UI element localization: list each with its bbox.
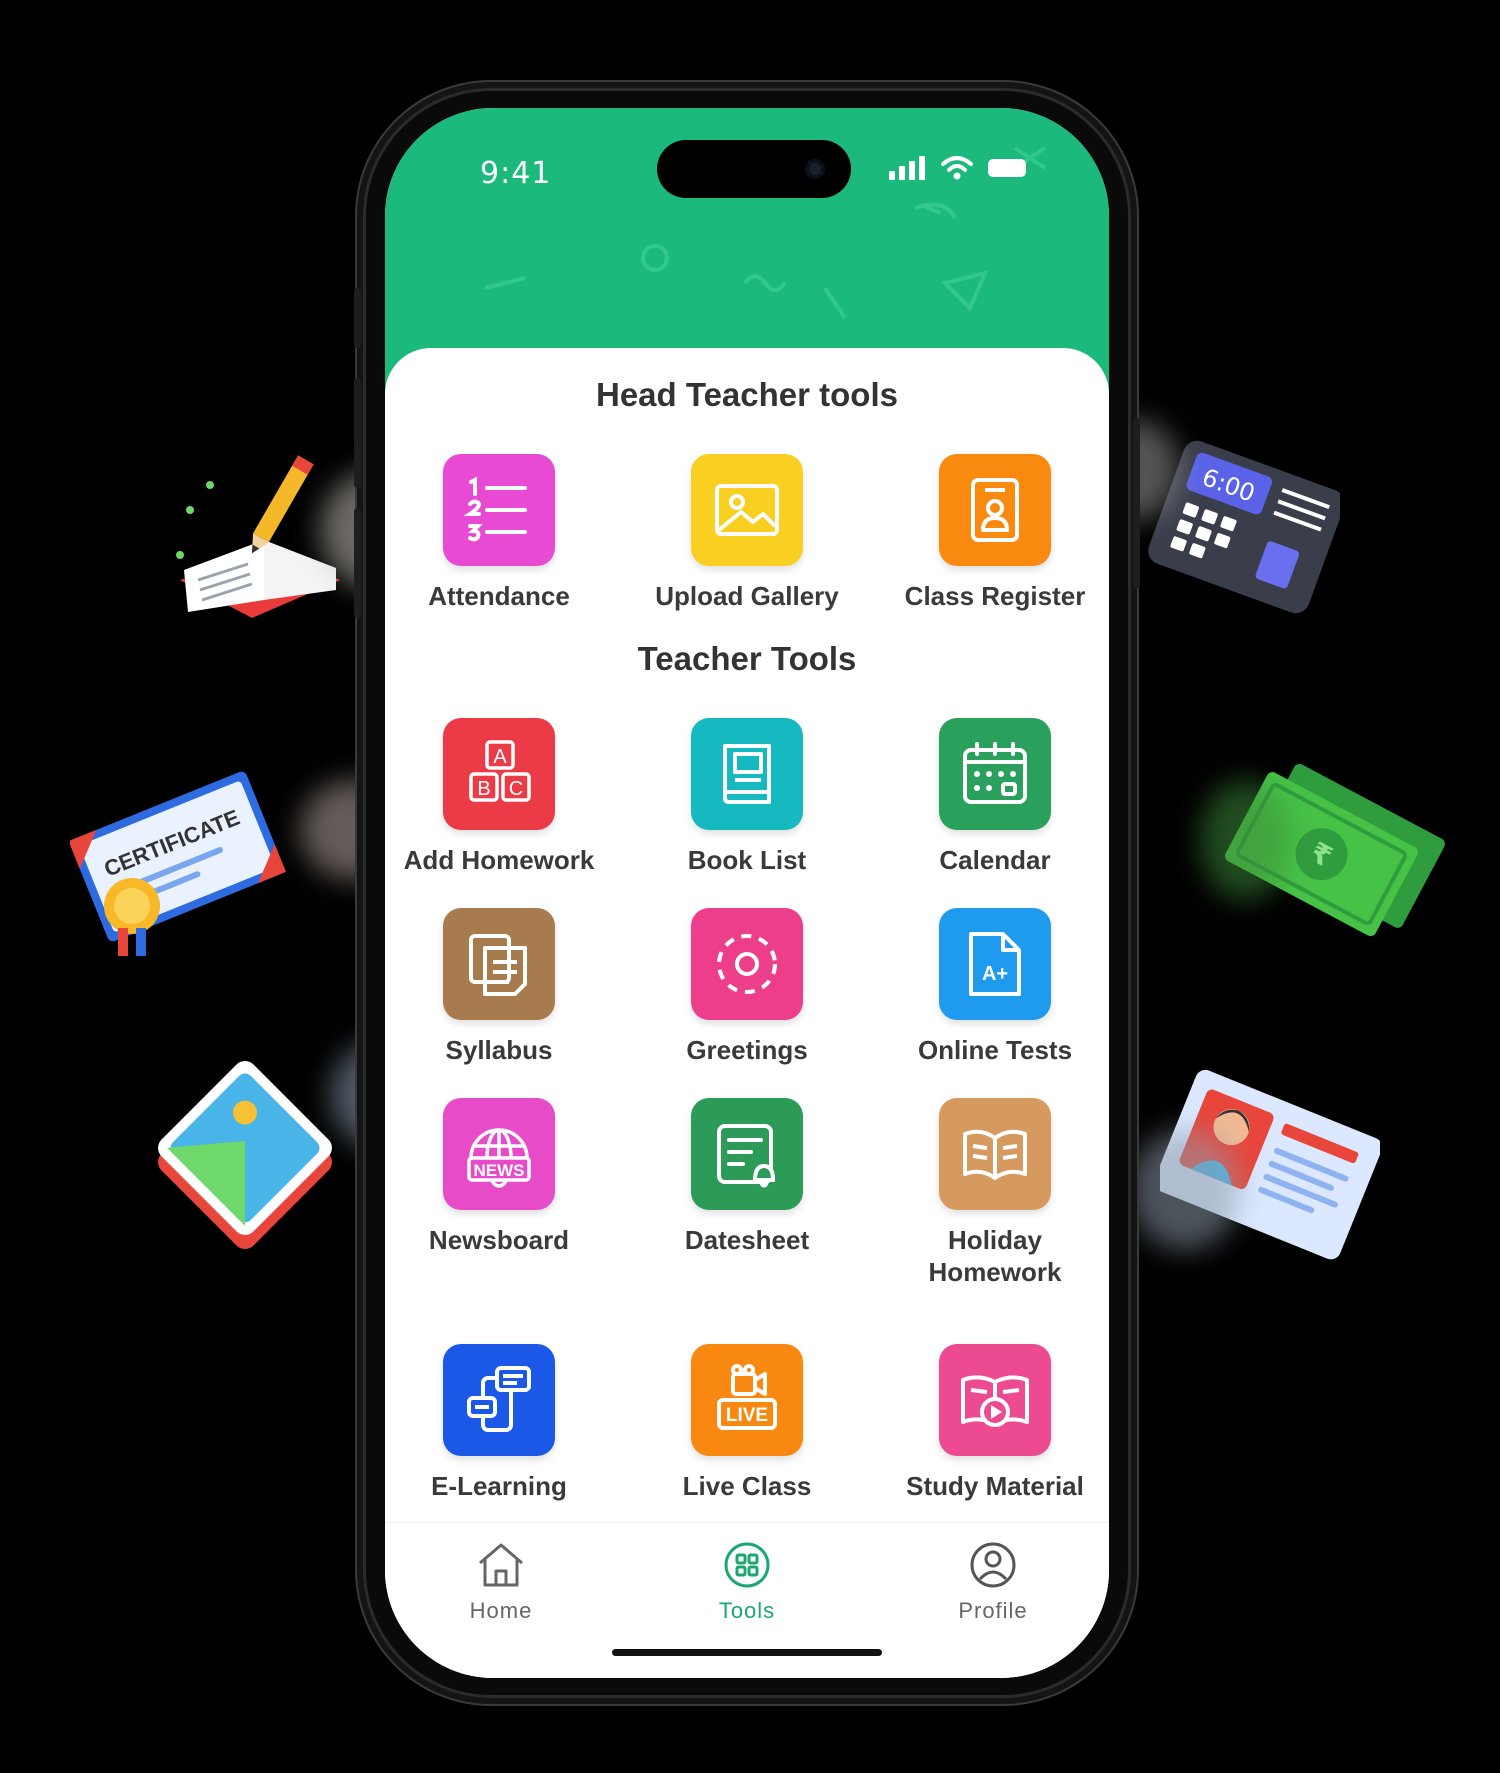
user-icon xyxy=(970,1542,1016,1588)
tool-label: Live Class xyxy=(682,1471,812,1501)
signal-icon xyxy=(889,156,925,180)
gallery-decoration xyxy=(145,1055,345,1255)
tool-label: Calendar xyxy=(939,845,1051,875)
status-time: 9:41 xyxy=(480,156,552,191)
certificate-decoration: CERTIFICATE xyxy=(68,760,290,960)
tool-label: Greetings xyxy=(686,1035,808,1065)
tool-add-homework[interactable]: A B C Add Homework xyxy=(389,718,609,876)
tools-sheet: Head Teacher tools Attendance Upload Gal… xyxy=(385,348,1109,1678)
tool-holiday-homework[interactable]: Holiday Homework xyxy=(885,1098,1105,1288)
tool-calendar[interactable]: Calendar xyxy=(885,718,1105,876)
tool-label: Attendance xyxy=(428,581,570,611)
datesheet-bell-icon xyxy=(691,1098,803,1210)
tool-greetings[interactable]: Greetings xyxy=(637,908,857,1066)
tool-label: Class Register xyxy=(904,581,1086,611)
register-icon xyxy=(939,454,1051,566)
tool-class-register[interactable]: Class Register xyxy=(885,454,1105,612)
tool-label: Book List xyxy=(687,845,807,875)
tool-online-tests[interactable]: A+ Online Tests xyxy=(885,908,1105,1066)
tool-upload-gallery[interactable]: Upload Gallery xyxy=(637,454,857,612)
svg-text:B: B xyxy=(477,778,490,800)
tool-label: Syllabus xyxy=(445,1035,553,1065)
test-file-icon: A+ xyxy=(939,908,1051,1020)
app-screen: 9:41 Head Teacher tools Attendance Uploa… xyxy=(385,108,1109,1678)
tool-book-list[interactable]: Book List xyxy=(637,718,857,876)
greeting-circle-icon xyxy=(691,908,803,1020)
tab-label: Tools xyxy=(718,1598,776,1623)
tool-label: Upload Gallery xyxy=(655,581,839,611)
wifi-icon xyxy=(941,156,973,180)
phone-frame: 9:41 Head Teacher tools Attendance Uploa… xyxy=(354,88,1140,1698)
elearning-chat-icon xyxy=(443,1344,555,1456)
tool-syllabus[interactable]: Syllabus xyxy=(389,908,609,1066)
tool-live-class[interactable]: LIVE Live Class xyxy=(637,1344,857,1502)
tool-label: Online Tests xyxy=(917,1035,1073,1065)
tool-label: Newsboard xyxy=(428,1225,570,1255)
tool-label: Holiday Homework xyxy=(928,1225,1062,1287)
image-icon xyxy=(691,454,803,566)
tool-datesheet[interactable]: Datesheet xyxy=(637,1098,857,1256)
svg-text:A: A xyxy=(493,746,507,768)
tool-newsboard[interactable]: NEWS Newsboard xyxy=(389,1098,609,1256)
study-video-icon xyxy=(939,1344,1051,1456)
dynamic-island xyxy=(657,140,851,198)
open-book-icon xyxy=(939,1098,1051,1210)
svg-text:C: C xyxy=(509,778,523,800)
live-camera-icon: LIVE xyxy=(691,1344,803,1456)
svg-text:A+: A+ xyxy=(982,963,1008,985)
section-title-teacher: Teacher Tools xyxy=(637,640,857,677)
section-title-head-teacher: Head Teacher tools xyxy=(596,376,898,413)
tab-label: Home xyxy=(469,1598,533,1623)
tool-label: Add Homework xyxy=(403,845,595,875)
home-indicator xyxy=(612,1649,882,1656)
svg-text:NEWS: NEWS xyxy=(474,1161,525,1180)
tab-home[interactable]: Home xyxy=(431,1541,571,1624)
tool-label: Study Material xyxy=(906,1471,1084,1501)
tab-profile[interactable]: Profile xyxy=(923,1541,1063,1624)
numbered-list-icon xyxy=(443,454,555,566)
calendar-icon xyxy=(939,718,1051,830)
stage: CERTIFICATE 6:00 ₹ 9:41 Head Teacher too… xyxy=(0,0,1500,1773)
home-icon xyxy=(479,1543,523,1587)
abc-blocks-icon: A B C xyxy=(443,718,555,830)
grid-icon xyxy=(724,1542,770,1588)
tool-study-material[interactable]: Study Material xyxy=(885,1344,1105,1502)
tool-attendance[interactable]: Attendance xyxy=(389,454,609,612)
tab-tools[interactable]: Tools xyxy=(677,1541,817,1624)
tool-e-learning[interactable]: E-Learning xyxy=(389,1344,609,1502)
tab-label: Profile xyxy=(958,1598,1028,1623)
news-globe-icon: NEWS xyxy=(443,1098,555,1210)
documents-icon xyxy=(443,908,555,1020)
status-icons xyxy=(889,156,1029,180)
book-icon xyxy=(691,718,803,830)
battery-icon xyxy=(988,159,1026,177)
bottom-tab-bar: Home Tools Profile xyxy=(385,1522,1109,1678)
svg-text:LIVE: LIVE xyxy=(726,1405,768,1426)
tool-label: E-Learning xyxy=(431,1471,567,1501)
tool-label: Datesheet xyxy=(684,1225,810,1255)
camera-icon xyxy=(805,159,825,179)
